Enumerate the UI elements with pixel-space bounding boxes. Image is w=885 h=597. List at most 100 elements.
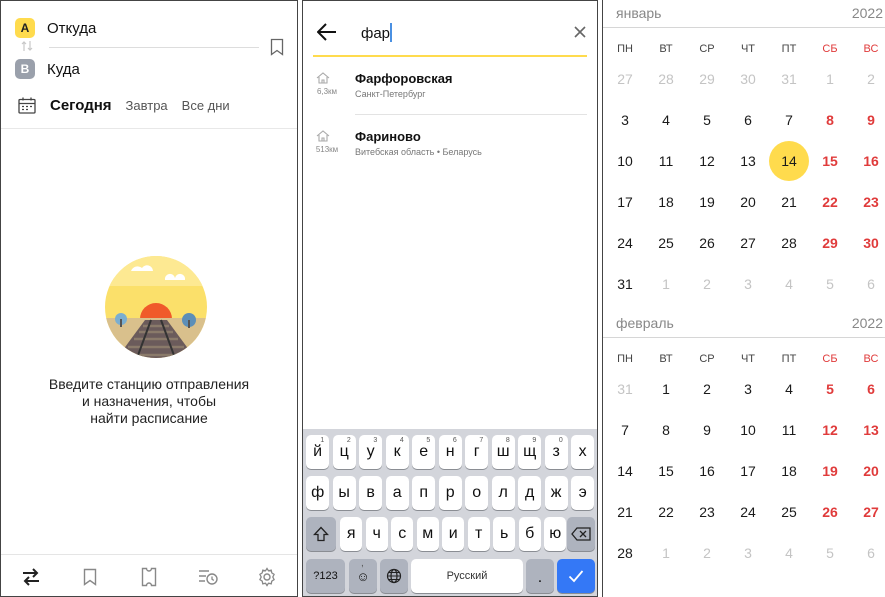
calendar-day[interactable]: 23 (851, 182, 885, 222)
calendar-day[interactable]: 26 (810, 492, 850, 532)
calendar-day[interactable]: 28 (769, 223, 809, 263)
key-ь[interactable]: ь (493, 517, 516, 551)
tab-tickets[interactable] (137, 565, 161, 589)
key-д[interactable]: д (518, 476, 542, 510)
calendar-day[interactable]: 29 (810, 223, 850, 263)
tab-history[interactable] (196, 565, 220, 589)
calendar-day[interactable]: 21 (605, 492, 645, 532)
calendar-day[interactable]: 31 (605, 264, 645, 304)
calendar-day[interactable]: 21 (769, 182, 809, 222)
key-ж[interactable]: ж (544, 476, 568, 510)
back-arrow-icon[interactable] (317, 23, 337, 41)
calendar-day[interactable]: 16 (687, 451, 727, 491)
language-key[interactable] (380, 559, 408, 593)
calendar-day[interactable]: 7 (605, 410, 645, 450)
clear-icon[interactable] (573, 25, 587, 39)
key-х[interactable]: х (571, 435, 595, 469)
calendar-day[interactable]: 27 (851, 492, 885, 532)
calendar-day[interactable]: 23 (687, 492, 727, 532)
key-о[interactable]: о (465, 476, 489, 510)
key-и[interactable]: и (442, 517, 465, 551)
calendar-day[interactable]: 19 (810, 451, 850, 491)
key-а[interactable]: а (385, 476, 409, 510)
tab-settings[interactable] (255, 565, 279, 589)
calendar-day[interactable]: 6 (728, 100, 768, 140)
backspace-key[interactable] (567, 517, 595, 551)
calendar-day[interactable]: 8 (810, 100, 850, 140)
key-й[interactable]: й1 (306, 435, 330, 469)
key-в[interactable]: в (359, 476, 383, 510)
calendar-day[interactable]: 2 (687, 369, 727, 409)
key-ч[interactable]: ч (365, 517, 388, 551)
date-today-option[interactable]: Сегодня (50, 97, 112, 114)
symbols-key[interactable]: ?123 (306, 559, 345, 593)
calendar-day[interactable]: 20 (851, 451, 885, 491)
calendar-day[interactable]: 12 (810, 410, 850, 450)
calendar-day[interactable]: 10 (728, 410, 768, 450)
key-с[interactable]: с (391, 517, 414, 551)
calendar-day[interactable]: 9 (687, 410, 727, 450)
key-т[interactable]: т (467, 517, 490, 551)
calendar-day[interactable]: 8 (646, 410, 686, 450)
key-ц[interactable]: ц2 (332, 435, 356, 469)
calendar-day[interactable]: 22 (810, 182, 850, 222)
calendar-day[interactable]: 25 (646, 223, 686, 263)
calendar-day[interactable]: 30 (851, 223, 885, 263)
key-у[interactable]: у3 (359, 435, 383, 469)
calendar-day[interactable]: 5 (810, 369, 850, 409)
calendar-day[interactable]: 9 (851, 100, 885, 140)
calendar-day[interactable]: 18 (769, 451, 809, 491)
shift-key[interactable] (306, 517, 336, 551)
calendar-day[interactable]: 11 (769, 410, 809, 450)
emoji-key[interactable]: ☺ , (349, 558, 377, 593)
calendar-day[interactable]: 3 (605, 100, 645, 140)
calendar-day[interactable]: 22 (646, 492, 686, 532)
calendar-day[interactable]: 17 (728, 451, 768, 491)
key-л[interactable]: л (491, 476, 515, 510)
calendar-day[interactable]: 13 (728, 141, 768, 181)
calendar-day[interactable]: 13 (851, 410, 885, 450)
calendar-day[interactable]: 3 (728, 369, 768, 409)
to-field[interactable]: B Куда (15, 59, 80, 79)
done-key[interactable] (557, 559, 595, 593)
calendar-day[interactable]: 1 (646, 369, 686, 409)
from-field[interactable]: A Откуда (15, 18, 96, 38)
tab-route[interactable] (19, 565, 43, 589)
key-н[interactable]: н6 (438, 435, 462, 469)
calendar-day[interactable]: 7 (769, 100, 809, 140)
calendar-day[interactable]: 16 (851, 141, 885, 181)
calendar-day[interactable]: 18 (646, 182, 686, 222)
key-ю[interactable]: ю (544, 517, 567, 551)
tab-favorites[interactable] (78, 565, 102, 589)
key-м[interactable]: м (416, 517, 439, 551)
key-э[interactable]: э (571, 476, 595, 510)
date-all-option[interactable]: Все дни (182, 98, 230, 113)
key-е[interactable]: е5 (412, 435, 436, 469)
calendar-day[interactable]: 24 (728, 492, 768, 532)
calendar-day[interactable]: 17 (605, 182, 645, 222)
calendar-day[interactable]: 20 (728, 182, 768, 222)
key-з[interactable]: з0 (544, 435, 568, 469)
key-п[interactable]: п (412, 476, 436, 510)
calendar-day[interactable]: 14 (605, 451, 645, 491)
calendar-day[interactable]: 25 (769, 492, 809, 532)
calendar-day[interactable]: 11 (646, 141, 686, 181)
calendar-day[interactable]: 5 (687, 100, 727, 140)
bookmark-icon[interactable] (270, 38, 284, 56)
calendar-day[interactable]: 6 (851, 369, 885, 409)
calendar-day[interactable]: 26 (687, 223, 727, 263)
key-б[interactable]: б (518, 517, 541, 551)
calendar-day[interactable]: 15 (810, 141, 850, 181)
calendar-day[interactable]: 28 (605, 533, 645, 573)
swap-icon[interactable] (20, 39, 34, 53)
selected-day[interactable]: 14 (769, 141, 809, 181)
calendar-day[interactable]: 24 (605, 223, 645, 263)
calendar-icon[interactable] (18, 97, 36, 114)
key-ы[interactable]: ы (332, 476, 356, 510)
key-г[interactable]: г7 (465, 435, 489, 469)
key-щ[interactable]: щ9 (518, 435, 542, 469)
period-key[interactable]: . (526, 559, 554, 593)
key-я[interactable]: я (340, 517, 363, 551)
space-key[interactable]: Русский (411, 559, 523, 593)
calendar-day[interactable]: 4 (646, 100, 686, 140)
